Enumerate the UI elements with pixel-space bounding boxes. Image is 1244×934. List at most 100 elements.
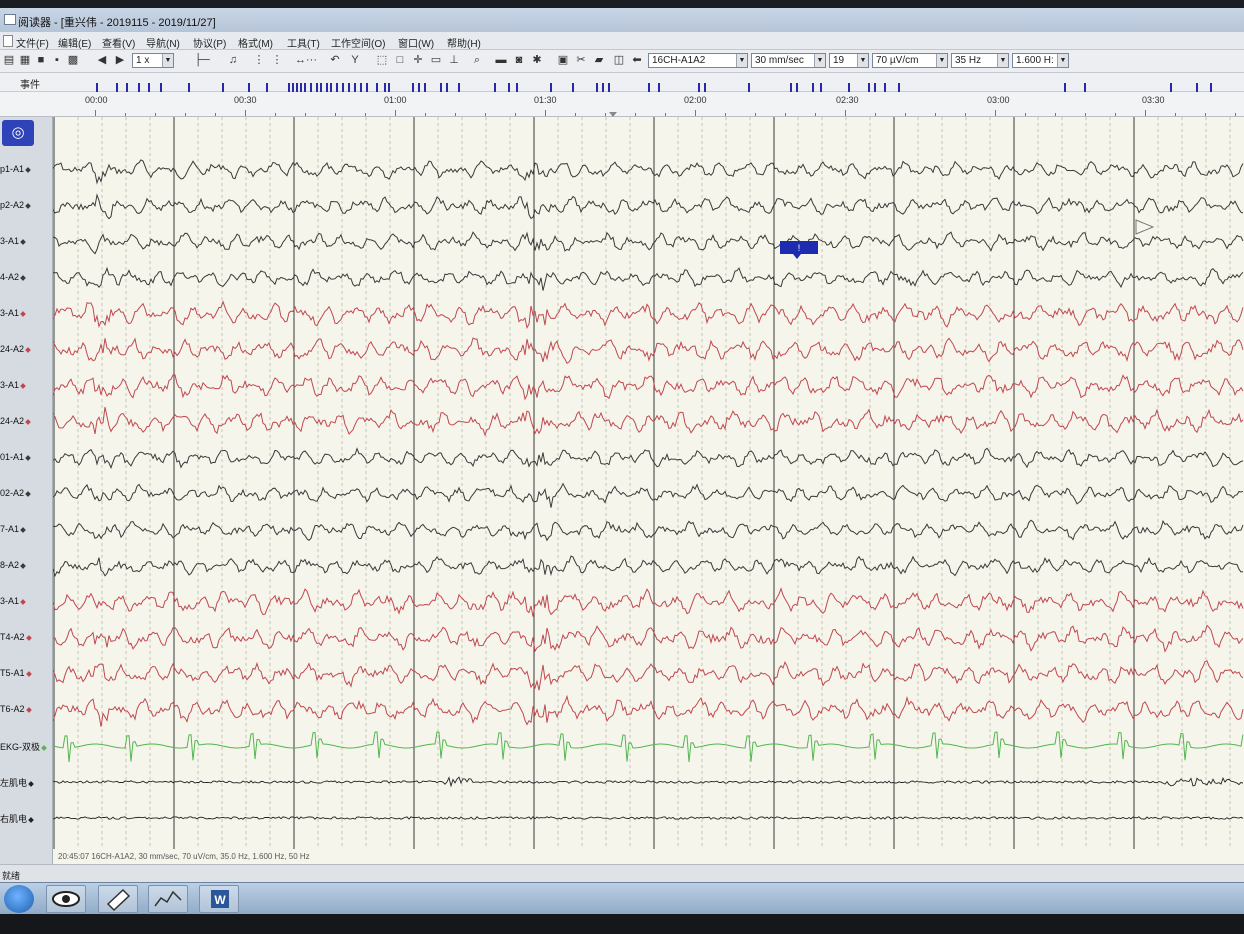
channel-label[interactable]: 右肌电 <box>0 812 34 825</box>
high-filter-value: 35 Hz <box>955 55 982 66</box>
arrow-left-icon[interactable]: ⬅ <box>630 53 644 67</box>
channel-trace[interactable] <box>53 406 1244 437</box>
time-ruler[interactable]: 00:00 00:30 01:00 01:30 02:00 02:30 03:0… <box>0 92 1244 117</box>
channel-label[interactable]: 01-A1 <box>0 452 31 462</box>
channel-label[interactable]: 3-A1 <box>0 596 26 606</box>
channel-label[interactable]: T4-A2 <box>0 632 32 642</box>
print-icon[interactable]: ▬ <box>494 53 508 67</box>
channel-trace[interactable] <box>53 447 1244 470</box>
select-icon[interactable]: ⬚ <box>375 53 389 67</box>
channel-trace[interactable] <box>53 731 1244 763</box>
playback-speed-select[interactable]: 1 x ▼ <box>132 53 174 68</box>
channel-label[interactable]: 7-A1 <box>0 524 26 534</box>
channel-trace[interactable] <box>53 482 1244 508</box>
menu-navigate[interactable]: 导航(N) <box>146 35 180 50</box>
channel-label[interactable]: EKG-双极 <box>0 740 47 753</box>
menu-protocol[interactable]: 协议(P) <box>193 35 226 50</box>
channel-trace[interactable] <box>53 266 1244 291</box>
rectangle-icon[interactable]: □ <box>393 53 407 67</box>
menu-window[interactable]: 窗口(W) <box>398 35 434 50</box>
chart-app-icon[interactable] <box>148 885 188 913</box>
word-app-icon[interactable]: W <box>199 885 239 913</box>
channel-label[interactable]: 8-A2 <box>0 560 26 570</box>
vertical-range-icon[interactable]: ⋮ <box>270 53 284 67</box>
channel-trace[interactable] <box>53 337 1244 365</box>
document-edit-app-icon[interactable] <box>98 885 138 913</box>
channel-label[interactable]: 3-A1 <box>0 380 26 390</box>
channel-label[interactable]: 3-A1 <box>0 308 26 318</box>
menu-view[interactable]: 查看(V) <box>102 35 135 50</box>
ruler-icon[interactable]: ▭ <box>429 53 443 67</box>
scroll-right-arrow-icon[interactable] <box>1135 219 1155 235</box>
channel-label[interactable]: 24-A2 <box>0 416 31 426</box>
time-tick <box>395 110 396 116</box>
menu-edit[interactable]: 编辑(E) <box>58 35 91 50</box>
channel-trace[interactable] <box>53 374 1244 401</box>
windows-start-icon[interactable] <box>4 885 34 913</box>
channel-label[interactable]: p1-A1 <box>0 164 31 174</box>
zoom-icon[interactable]: ⌕ <box>470 53 484 67</box>
play-back-icon[interactable]: ◀ <box>95 53 109 67</box>
baseline-icon[interactable]: ├─ <box>190 53 214 67</box>
settings-icon[interactable]: ✱ <box>530 53 544 67</box>
eeg-traces[interactable]: ! <box>53 117 1244 864</box>
cut-icon[interactable]: ✂ <box>574 53 588 67</box>
measure-icon[interactable]: ⊥ <box>447 53 461 67</box>
time-tick <box>1235 113 1236 116</box>
channel-trace[interactable] <box>53 519 1244 542</box>
channel-trace[interactable] <box>53 587 1244 617</box>
channel-trace[interactable] <box>53 159 1244 185</box>
horizontal-range-icon[interactable]: ↔··· <box>288 53 324 67</box>
crosshair-icon[interactable]: ✛ <box>411 53 425 67</box>
channel-trace[interactable] <box>53 816 1244 820</box>
target-icon[interactable]: ◎ <box>2 120 34 146</box>
high-filter-select[interactable]: 35 Hz ▼ <box>951 53 1009 68</box>
event-annotation[interactable]: ! <box>780 241 818 259</box>
channel-count-select[interactable]: 19 ▼ <box>829 53 869 68</box>
export-icon[interactable]: ◫ <box>612 53 626 67</box>
paper-speed-select[interactable]: 30 mm/sec ▼ <box>751 53 826 68</box>
channel-trace[interactable] <box>53 231 1244 255</box>
channel-trace[interactable] <box>53 193 1244 220</box>
menu-file[interactable]: 文件(F) <box>16 35 49 50</box>
channel-label[interactable]: 24-A2 <box>0 344 31 354</box>
eye-app-icon[interactable] <box>46 885 86 913</box>
menu-tools[interactable]: 工具(T) <box>287 35 320 50</box>
channel-label[interactable]: 4-A2 <box>0 272 26 282</box>
menu-workspace[interactable]: 工作空间(O) <box>331 35 385 50</box>
document-view-icon[interactable]: ▣ <box>556 53 570 67</box>
delete-icon[interactable]: ▪ <box>50 53 64 67</box>
montage-icon[interactable]: ▰ <box>592 53 606 67</box>
channel-label[interactable]: T6-A2 <box>0 704 32 714</box>
channel-trace[interactable] <box>53 624 1244 653</box>
play-forward-icon[interactable]: ▶ <box>113 53 127 67</box>
montage-select[interactable]: 16CH-A1A2 ▼ <box>648 53 748 68</box>
stop-icon[interactable]: ■ <box>34 53 48 67</box>
channel-label[interactable]: 3-A1 <box>0 236 26 246</box>
sensitivity-select[interactable]: 70 µV/cm ▼ <box>872 53 948 68</box>
open-icon[interactable]: ▤ <box>2 53 16 67</box>
eeg-waveform-area[interactable]: ! 20:45:07 16CH-A1A2, 30 mm/sec, 70 uV/c… <box>53 117 1244 864</box>
events-bar[interactable]: 事件 <box>0 73 1244 94</box>
channel-label[interactable]: 02-A2 <box>0 488 31 498</box>
channel-label[interactable]: 左肌电 <box>0 776 34 789</box>
channel-trace[interactable] <box>53 555 1244 578</box>
grid-icon[interactable]: ▩ <box>66 53 80 67</box>
vertical-dots-icon[interactable]: ⋮ <box>252 53 266 67</box>
low-filter-select[interactable]: 1.600 H: ▼ <box>1012 53 1069 68</box>
filter-icon[interactable]: Y <box>348 53 362 67</box>
music-note-icon[interactable]: ♫ <box>226 53 240 67</box>
channel-trace[interactable] <box>53 776 1244 788</box>
time-tick <box>845 110 846 116</box>
channel-trace[interactable] <box>53 660 1244 691</box>
channel-label[interactable]: T5-A1 <box>0 668 32 678</box>
undo-icon[interactable]: ↶ <box>328 53 342 67</box>
save-icon[interactable]: ▦ <box>18 53 32 67</box>
camera-icon[interactable]: ◙ <box>512 53 526 67</box>
channel-trace[interactable] <box>53 300 1244 330</box>
channel-trace[interactable] <box>53 694 1244 727</box>
document-icon[interactable] <box>3 35 13 47</box>
channel-label[interactable]: p2-A2 <box>0 200 31 210</box>
menu-format[interactable]: 格式(M) <box>238 35 273 50</box>
menu-help[interactable]: 帮助(H) <box>447 35 481 50</box>
